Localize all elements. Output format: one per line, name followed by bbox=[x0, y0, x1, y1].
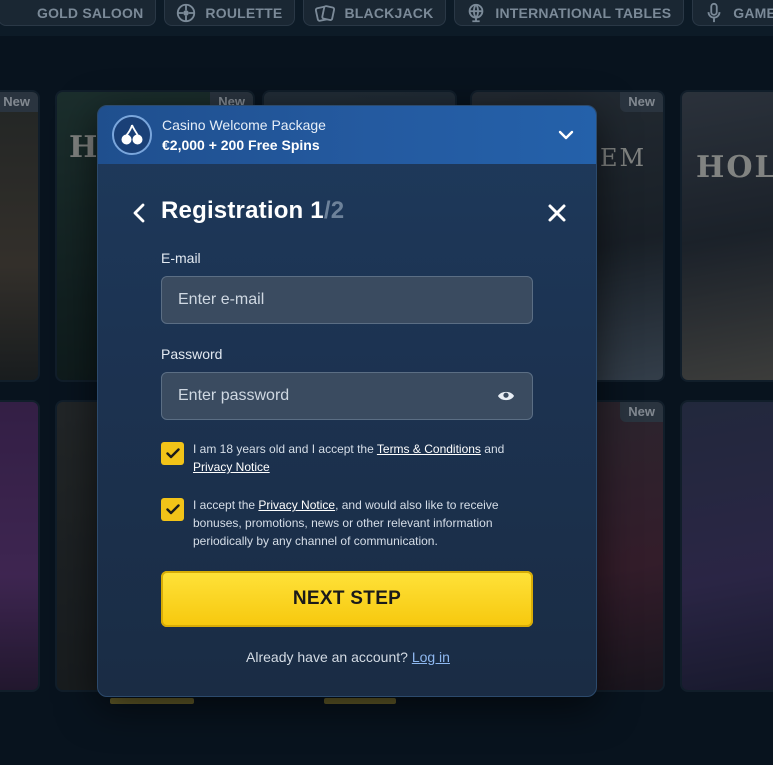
marketing-checkbox[interactable] bbox=[161, 498, 184, 521]
category-label: GOLD SALOON bbox=[37, 4, 144, 21]
privacy-notice-link[interactable]: Privacy Notice bbox=[258, 498, 335, 512]
title-step: Registration 1 bbox=[161, 197, 324, 224]
consent-text: I accept the bbox=[193, 498, 259, 512]
email-field-wrap bbox=[161, 276, 533, 324]
modal-header: Registration 1/2 bbox=[98, 164, 596, 250]
checkmark-icon bbox=[165, 504, 180, 515]
next-step-button[interactable]: NEXT STEP bbox=[161, 571, 533, 627]
login-prompt: Already have an account? Log in bbox=[98, 649, 596, 665]
password-field[interactable] bbox=[178, 387, 496, 405]
globe-icon bbox=[469, 3, 484, 22]
age-terms-consent: I am 18 years old and I accept the Terms… bbox=[161, 440, 533, 476]
category-label: INTERNATIONAL TABLES bbox=[495, 4, 672, 21]
category-label: GAME SHOWS bbox=[733, 4, 773, 21]
age-terms-text: I am 18 years old and I accept the Terms… bbox=[193, 440, 533, 476]
page-title: Registration 1/2 bbox=[161, 197, 344, 225]
category-label: ROULETTE bbox=[205, 4, 283, 21]
promo-offer: €2,000 + 200 Free Spins bbox=[162, 137, 320, 153]
back-button[interactable] bbox=[128, 200, 150, 226]
consent-text: I am 18 years old and I accept the bbox=[193, 442, 377, 456]
category-international-tables[interactable]: INTERNATIONAL TABLES bbox=[454, 0, 685, 26]
category-roulette[interactable]: ROULETTE bbox=[164, 0, 296, 26]
category-game-shows[interactable]: GAME SHOWS bbox=[692, 0, 773, 26]
email-label: E-mail bbox=[161, 250, 201, 266]
consent-text: and bbox=[480, 442, 505, 456]
login-prompt-text: Already have an account? bbox=[246, 649, 412, 665]
cards-icon bbox=[315, 4, 336, 22]
roulette-icon bbox=[177, 3, 196, 22]
welcome-package-banner[interactable]: Casino Welcome Package €2,000 + 200 Free… bbox=[98, 106, 596, 164]
chevron-down-icon[interactable] bbox=[554, 123, 578, 147]
marketing-text: I accept the Privacy Notice, and would a… bbox=[193, 496, 533, 550]
close-button[interactable] bbox=[544, 200, 570, 226]
promo-title: Casino Welcome Package bbox=[162, 117, 326, 133]
login-link[interactable]: Log in bbox=[412, 649, 450, 665]
close-icon bbox=[548, 204, 566, 222]
marketing-consent: I accept the Privacy Notice, and would a… bbox=[161, 496, 533, 550]
age-terms-checkbox[interactable] bbox=[161, 442, 184, 465]
password-field-wrap bbox=[161, 372, 533, 420]
privacy-notice-link[interactable]: Privacy Notice bbox=[193, 460, 270, 474]
password-label: Password bbox=[161, 346, 223, 362]
checkmark-icon bbox=[165, 448, 180, 459]
terms-link[interactable]: Terms & Conditions bbox=[377, 442, 481, 456]
category-blackjack[interactable]: BLACKJACK bbox=[303, 0, 447, 26]
category-bar: GOLD SALOON ROULETTE BLACKJACK INTERNATI… bbox=[0, 0, 773, 36]
title-step-total: /2 bbox=[323, 197, 345, 224]
microphone-icon bbox=[707, 2, 721, 22]
category-label: BLACKJACK bbox=[344, 4, 434, 21]
registration-modal: Casino Welcome Package €2,000 + 200 Free… bbox=[97, 105, 597, 697]
promo-text: Casino Welcome Package €2,000 + 200 Free… bbox=[162, 116, 554, 154]
email-field[interactable] bbox=[178, 291, 516, 309]
chevron-left-icon bbox=[133, 203, 145, 223]
category-gold-saloon[interactable]: GOLD SALOON bbox=[0, 0, 157, 26]
cherries-icon bbox=[112, 115, 152, 155]
eye-icon[interactable] bbox=[496, 386, 516, 406]
